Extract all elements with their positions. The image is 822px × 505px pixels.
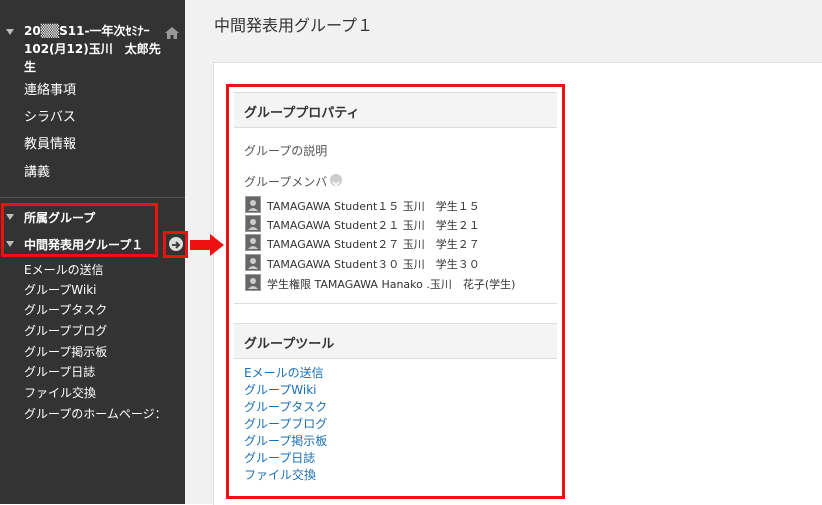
tools-header: グループツール (234, 323, 557, 359)
group-menu-blog[interactable]: グループブログ (24, 322, 107, 339)
tool-link-board[interactable]: グループ掲示板 (244, 432, 327, 449)
user-avatar-icon (245, 274, 261, 291)
sidebar-divider (0, 197, 185, 198)
red-arrow-icon (190, 234, 224, 260)
properties-header: グループプロパティ (234, 92, 557, 128)
group-menu-journal[interactable]: グループ日誌 (24, 363, 95, 380)
tool-link-wiki[interactable]: グループWiki (244, 381, 317, 398)
group-menu-homepage[interactable]: グループのホームページ： (24, 405, 167, 422)
tool-link-email[interactable]: Eメールの送信 (244, 364, 324, 381)
course-title[interactable]: 20▒▒S11-一年次ｾﾐﾅｰ102(月12)玉川 太郎先生 (24, 22, 164, 76)
arrow-highlight-box (163, 231, 188, 258)
group-menu-tasks[interactable]: グループタスク (24, 301, 107, 318)
members-dropdown-chevron-icon[interactable] (330, 174, 342, 187)
member-name: TAMAGAWA Student２７ 玉川 学生２７ (267, 238, 480, 251)
user-avatar-icon (245, 196, 261, 213)
group-description-label: グループの説明 (244, 144, 328, 158)
user-avatar-icon (245, 234, 261, 251)
home-icon[interactable] (165, 24, 179, 39)
menu-item-announcements[interactable]: 連絡事項 (24, 79, 76, 98)
properties-header-text: グループプロパティ (244, 106, 360, 121)
page-title: 中間発表用グループ１ (214, 16, 374, 35)
tool-link-file-exchange[interactable]: ファイル交換 (244, 466, 316, 483)
collapse-triangle-icon[interactable] (6, 29, 14, 35)
menu-item-syllabus[interactable]: シラバス (24, 106, 76, 125)
tool-link-tasks[interactable]: グループタスク (244, 398, 327, 415)
member-name: TAMAGAWA Student２１ 玉川 学生２１ (267, 219, 480, 232)
group-members-label: グループメンバ (244, 175, 328, 189)
member-name: TAMAGAWA Student３０ 玉川 学生３０ (267, 258, 480, 271)
member-name: TAMAGAWA Student１５ 玉川 学生１５ (267, 200, 480, 213)
tools-header-text: グループツール (244, 337, 335, 352)
group-menu-wiki[interactable]: グループWiki (24, 281, 97, 298)
panel-divider (234, 303, 557, 304)
groups-highlight-box (1, 203, 158, 257)
menu-item-faculty-info[interactable]: 教員情報 (24, 133, 76, 152)
group-menu-board[interactable]: グループ掲示板 (24, 343, 107, 360)
member-name: 学生権限 TAMAGAWA Hanako .玉川 花子(学生) (267, 278, 516, 291)
tool-link-blog[interactable]: グループブログ (244, 415, 327, 432)
tool-link-journal[interactable]: グループ日誌 (244, 449, 315, 466)
group-menu-file-exchange[interactable]: ファイル交換 (24, 384, 96, 401)
group-menu-email[interactable]: Eメールの送信 (24, 261, 104, 278)
menu-item-lectures[interactable]: 講義 (24, 161, 50, 180)
user-avatar-icon (245, 254, 261, 271)
user-avatar-icon (245, 215, 261, 232)
